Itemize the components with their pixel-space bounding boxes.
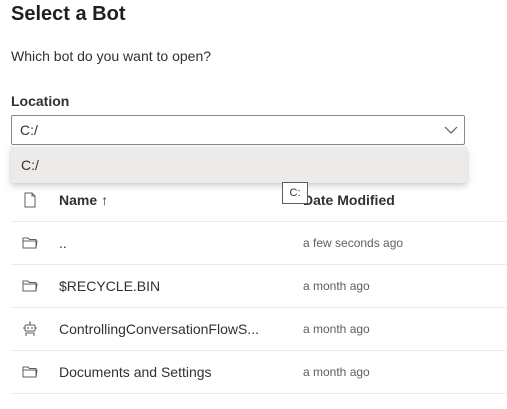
table-header-row: Name ↑ Date Modified: [11, 179, 507, 222]
table-row[interactable]: ControllingConversationFlowS... a month …: [11, 308, 507, 351]
row-date-modified: a month ago: [303, 365, 370, 379]
table-row[interactable]: $RECYCLE.BIN a month ago: [11, 265, 507, 308]
row-date-modified: a month ago: [303, 322, 370, 336]
row-date-modified: a month ago: [303, 279, 370, 293]
row-name: ControllingConversationFlowS...: [59, 321, 259, 337]
row-date-modified: a few seconds ago: [303, 236, 404, 250]
folder-icon: [22, 280, 38, 292]
location-label: Location: [11, 93, 70, 109]
location-tooltip: C:: [282, 182, 308, 204]
row-name: ..: [59, 235, 67, 251]
table-row[interactable]: Documents and Settings a month ago: [11, 351, 507, 394]
location-dropdown[interactable]: C:/: [11, 115, 465, 145]
location-dropdown-list: C:/: [11, 147, 467, 183]
column-header-name[interactable]: Name ↑: [59, 192, 259, 208]
sort-ascending-icon: ↑: [101, 192, 109, 208]
location-selected-value: C:/: [20, 122, 38, 138]
row-name: $RECYCLE.BIN: [59, 278, 161, 294]
file-type-icon: [24, 192, 36, 208]
folder-icon: [22, 366, 38, 378]
table-row[interactable]: .. a few seconds ago: [11, 222, 507, 265]
column-header-date-modified[interactable]: Date Modified: [303, 192, 395, 208]
chevron-down-icon: [444, 126, 458, 134]
row-name: Documents and Settings: [59, 364, 212, 380]
bot-icon: [23, 321, 37, 336]
folder-icon: [22, 237, 38, 249]
dialog-subtitle: Which bot do you want to open?: [11, 48, 212, 64]
location-option[interactable]: C:/: [21, 157, 39, 173]
dialog-title: Select a Bot: [11, 3, 126, 25]
